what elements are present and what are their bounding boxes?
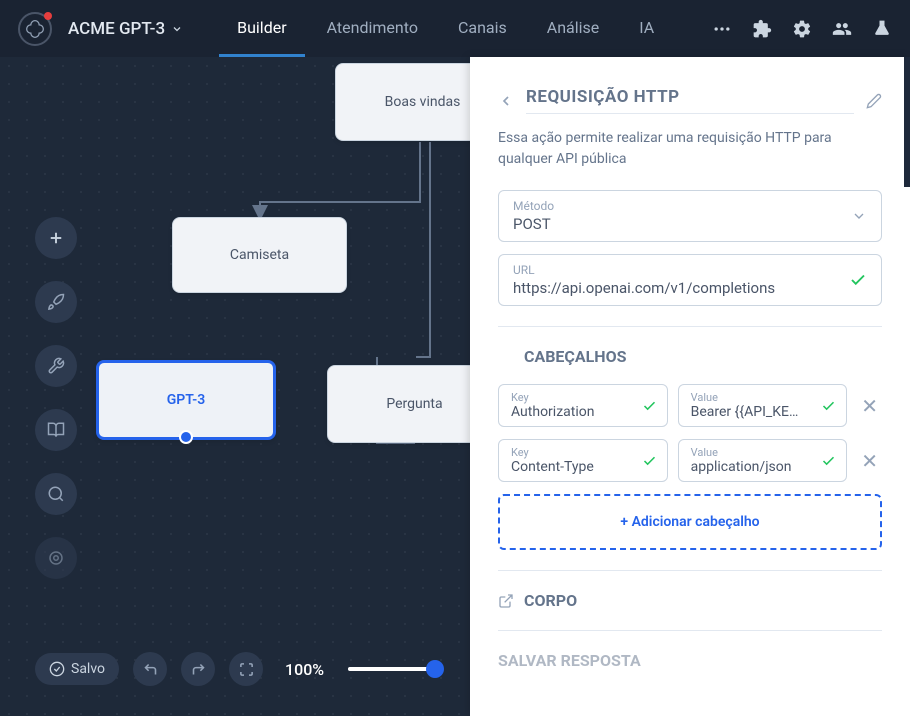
tab-canais[interactable]: Canais xyxy=(440,1,525,57)
fullscreen-button[interactable] xyxy=(229,652,263,686)
header-value-input[interactable]: Value application/json xyxy=(678,439,848,482)
scrollbar[interactable] xyxy=(904,57,910,187)
zoom-slider[interactable] xyxy=(348,667,440,671)
node-handle[interactable] xyxy=(179,430,193,444)
redo-button[interactable] xyxy=(181,652,215,686)
kv-value: Content-Type xyxy=(511,459,621,475)
canvas-sidebar xyxy=(35,217,77,579)
notification-dot xyxy=(44,12,52,20)
divider xyxy=(498,326,882,327)
panel-description: Essa ação permite realizar uma requisiçã… xyxy=(498,128,882,170)
chevron-down-icon xyxy=(851,208,867,224)
slider-fill xyxy=(348,667,431,671)
search-button[interactable] xyxy=(35,473,77,515)
header-row: Key Content-Type Value application/json … xyxy=(498,439,882,482)
remove-header-button[interactable]: ✕ xyxy=(857,445,882,477)
plugin-icon[interactable] xyxy=(752,19,772,39)
add-header-button[interactable]: + Adicionar cabeçalho xyxy=(498,494,882,550)
header-key-input[interactable]: Key Content-Type xyxy=(498,439,668,482)
divider xyxy=(498,630,882,631)
slider-thumb[interactable] xyxy=(426,660,444,678)
nav-tabs: Builder Atendimento Canais Análise IA xyxy=(219,1,672,57)
tab-builder[interactable]: Builder xyxy=(219,1,305,57)
headers-title: CABEÇALHOS xyxy=(524,347,626,366)
action-panel: REQUISIÇÃO HTTP Essa ação permite realiz… xyxy=(470,57,910,716)
gear-icon[interactable] xyxy=(792,19,812,39)
panel-title: REQUISIÇÃO HTTP xyxy=(526,87,854,114)
check-icon xyxy=(821,453,836,468)
app-logo[interactable] xyxy=(18,12,52,46)
node-label: Boas vindas xyxy=(385,94,461,110)
header-value-input[interactable]: Value Bearer {{API_KEY}} xyxy=(678,384,848,427)
add-button[interactable] xyxy=(35,217,77,259)
rocket-button[interactable] xyxy=(35,281,77,323)
app-title-dropdown[interactable]: ACME GPT-3 xyxy=(68,19,183,39)
kv-label: Value xyxy=(691,391,835,404)
tab-analise[interactable]: Análise xyxy=(529,1,618,57)
save-response-title: SALVAR RESPOSTA xyxy=(498,651,641,670)
remove-header-button[interactable]: ✕ xyxy=(857,390,882,422)
chevron-down-icon xyxy=(498,349,514,365)
save-response-section-header[interactable]: SALVAR RESPOSTA xyxy=(498,651,882,670)
node-label: Pergunta xyxy=(386,396,442,412)
header-row: Key Authorization Value Bearer {{API_KEY… xyxy=(498,384,882,427)
body-title: CORPO xyxy=(524,591,577,610)
url-label: URL xyxy=(513,263,867,277)
zoom-level: 100% xyxy=(285,660,324,679)
book-button[interactable] xyxy=(35,409,77,451)
save-status-text: Salvo xyxy=(71,661,105,677)
canvas-bottom-bar: Salvo 100% xyxy=(35,652,440,686)
kv-value: Bearer {{API_KEY}} xyxy=(691,404,801,420)
users-icon[interactable] xyxy=(832,19,852,39)
flask-icon[interactable] xyxy=(872,19,892,39)
settings-button[interactable] xyxy=(35,537,77,579)
chevron-down-icon xyxy=(171,23,183,35)
url-input[interactable]: URL https://api.openai.com/v1/completion… xyxy=(498,254,882,306)
back-icon[interactable] xyxy=(498,93,514,109)
app-title-text: ACME GPT-3 xyxy=(68,19,165,39)
kv-label: Key xyxy=(511,446,655,459)
kv-value: Authorization xyxy=(511,404,621,420)
node-gpt[interactable]: GPT-3 xyxy=(96,360,276,440)
tab-ia[interactable]: IA xyxy=(621,1,672,57)
edit-icon[interactable] xyxy=(866,93,882,109)
save-status: Salvo xyxy=(35,653,119,685)
topbar-actions xyxy=(712,19,892,39)
divider xyxy=(498,570,882,571)
node-label: GPT-3 xyxy=(167,392,206,408)
kv-label: Value xyxy=(691,446,835,459)
check-icon xyxy=(642,453,657,468)
header-key-input[interactable]: Key Authorization xyxy=(498,384,668,427)
url-value: https://api.openai.com/v1/completions xyxy=(513,279,867,297)
headers-section-header[interactable]: CABEÇALHOS xyxy=(498,347,882,366)
check-icon xyxy=(821,398,836,413)
kv-label: Key xyxy=(511,391,655,404)
check-icon xyxy=(642,398,657,413)
body-section-header[interactable]: CORPO xyxy=(498,591,882,610)
undo-button[interactable] xyxy=(133,652,167,686)
check-icon xyxy=(849,271,867,289)
check-circle-icon xyxy=(49,661,65,677)
topbar: ACME GPT-3 Builder Atendimento Canais An… xyxy=(0,0,910,57)
kv-value: application/json xyxy=(691,459,801,475)
tab-atendimento[interactable]: Atendimento xyxy=(309,1,436,57)
method-label: Método xyxy=(513,199,867,213)
method-select[interactable]: Método POST xyxy=(498,190,882,242)
more-icon[interactable] xyxy=(712,19,732,39)
node-shirt[interactable]: Camiseta xyxy=(172,217,347,293)
method-value: POST xyxy=(513,215,867,233)
node-label: Camiseta xyxy=(230,247,289,263)
wrench-button[interactable] xyxy=(35,345,77,387)
external-link-icon xyxy=(498,593,514,609)
